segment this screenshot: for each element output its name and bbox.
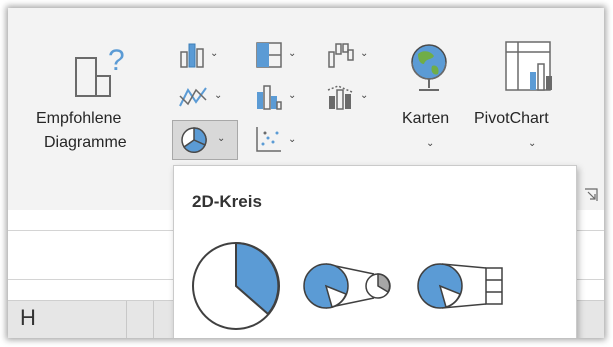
chevron-down-icon: ⌄ [360,48,369,59]
chevron-down-icon: ⌄ [214,90,223,101]
chevron-down-icon: ⌄ [528,138,537,149]
column-divider [126,301,127,338]
dropdown-section-title: 2D-Kreis [192,192,262,211]
svg-text:?: ? [108,44,125,77]
pivotchart-label: PivotChart [474,110,549,127]
scatter-chart-icon [256,127,281,152]
excel-window: ? Empfohlene Diagramme ⌄ ⌄ ⌄ ⌄ ⌄ ⌄ ⌄ ⌄ K… [8,8,604,338]
recommended-charts-label-line1: Empfohlene [36,110,122,127]
chevron-down-icon: ⌄ [217,133,226,144]
dialog-launcher-icon[interactable] [584,188,598,202]
column-header-h[interactable]: H [20,305,36,331]
chevron-down-icon: ⌄ [210,48,219,59]
waterfall-chart-icon [328,43,354,68]
bar-of-pie-option-icon[interactable] [416,260,508,312]
combo-chart-icon [327,85,353,110]
chevron-down-icon: ⌄ [288,48,297,59]
line-chart-icon [179,87,207,107]
histogram-chart-icon [257,85,282,110]
recommended-charts-label-line2: Diagramme [44,134,127,151]
pie-2d-option-icon[interactable] [188,238,284,334]
treemap-chart-icon [256,42,282,68]
maps-label: Karten [402,110,450,127]
globe-icon [411,44,447,91]
pie-chart-button[interactable]: ⌄ [172,120,238,160]
pie-of-pie-option-icon[interactable] [302,260,394,312]
column-divider [153,301,154,338]
chevron-down-icon: ⌄ [288,134,297,145]
chevron-down-icon: ⌄ [426,138,435,149]
pie-chart-dropdown: 2D-Kreis [173,165,577,338]
chevron-down-icon: ⌄ [288,90,297,101]
column-chart-icon [180,43,204,68]
pivotchart-icon [505,41,552,91]
chevron-down-icon: ⌄ [360,90,369,101]
pie-chart-icon [181,127,207,154]
recommended-charts-icon: ? [75,44,125,97]
